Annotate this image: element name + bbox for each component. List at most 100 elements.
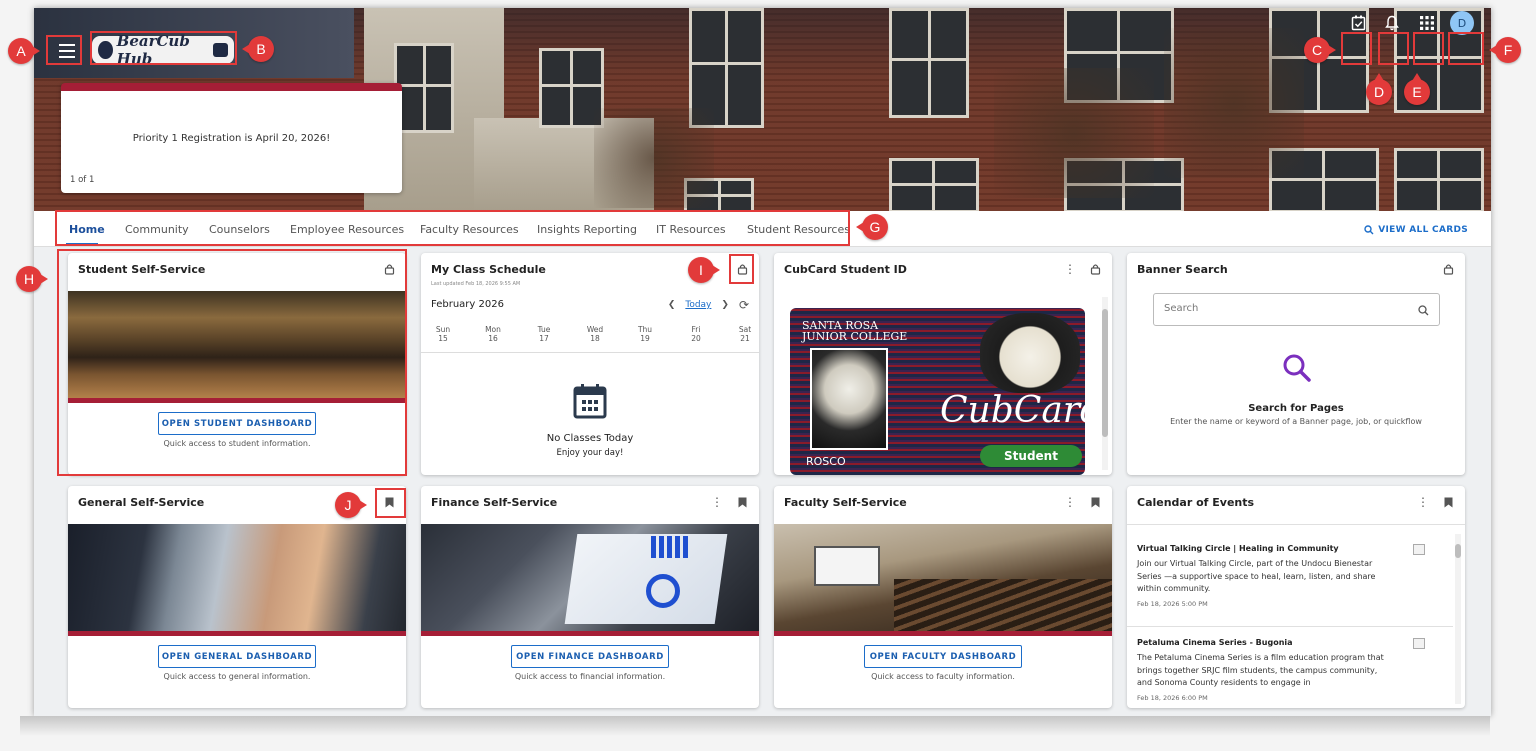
open-student-dashboard-button[interactable]: OPEN STUDENT DASHBOARD	[158, 412, 316, 435]
callout-b: B	[242, 36, 274, 62]
event-title[interactable]: Virtual Talking Circle | Healing in Comm…	[1137, 544, 1447, 553]
refresh-icon[interactable]: ⟳	[739, 298, 749, 312]
view-all-cards-link[interactable]: VIEW ALL CARDS	[1364, 225, 1468, 235]
student-role-badge: Student	[980, 445, 1082, 467]
callout-d: D	[1366, 73, 1392, 105]
more-options-icon[interactable]: ⋮	[1062, 261, 1078, 277]
callout-e: E	[1404, 73, 1430, 105]
more-options-icon[interactable]: ⋮	[1062, 494, 1078, 510]
callout-a: A	[8, 38, 40, 64]
day-fri[interactable]: Fri 20	[680, 325, 712, 343]
event-description: The Petaluma Cinema Series is a film edu…	[1137, 653, 1384, 687]
search-icon	[1364, 225, 1374, 235]
event-title[interactable]: Petaluma Cinema Series - Bugonia	[1137, 638, 1447, 647]
more-options-icon[interactable]: ⋮	[709, 494, 725, 510]
menu-icon[interactable]	[54, 38, 80, 64]
tab-counselors[interactable]: Counselors	[209, 223, 270, 236]
open-faculty-dashboard-button[interactable]: OPEN FACULTY DASHBOARD	[864, 645, 1022, 668]
card-title: Student Self-Service	[78, 263, 206, 276]
lecture-hall-photo	[774, 524, 1112, 631]
search-pages-icon	[1282, 353, 1312, 387]
event-item[interactable]: Petaluma Cinema Series - Bugonia The Pet…	[1137, 638, 1447, 702]
tab-employee-resources[interactable]: Employee Resources	[290, 223, 404, 236]
bookmark-icon[interactable]	[1087, 494, 1103, 510]
laptop-dashboard-photo	[421, 524, 759, 631]
bell-icon[interactable]	[1381, 12, 1403, 34]
card-banner-search: Banner Search Search for Pages Enter the…	[1127, 253, 1465, 475]
card-cubcard-student-id: CubCard Student ID ⋮ SANTA ROSA JUNIOR C…	[774, 253, 1112, 475]
day-thu[interactable]: Thu 19	[629, 325, 661, 343]
card-student-self-service: Student Self-Service OPEN STUDENT DASHBO…	[68, 253, 406, 475]
tab-insights-reporting[interactable]: Insights Reporting	[537, 223, 637, 236]
card-subtitle: Quick access to financial information.	[514, 672, 666, 681]
banner-search-input[interactable]	[1164, 303, 1404, 314]
event-date: Feb 18, 2026 6:00 PM	[1137, 693, 1208, 702]
search-pages-description: Enter the name or keyword of a Banner pa…	[1170, 417, 1422, 426]
card-faculty-self-service: Faculty Self-Service ⋮ OPEN FACULTY DASH…	[774, 486, 1112, 708]
lock-icon[interactable]	[381, 261, 397, 277]
tab-it-resources[interactable]: IT Resources	[656, 223, 726, 236]
event-date: Feb 18, 2026 5:00 PM	[1137, 599, 1208, 608]
callout-i: I	[688, 257, 720, 283]
no-classes-subtitle: Enjoy your day!	[556, 448, 624, 458]
card-subtitle: Quick access to faculty information.	[871, 672, 1015, 681]
tab-home[interactable]: Home	[69, 223, 105, 236]
bookmark-icon[interactable]	[734, 494, 750, 510]
bearcub-hub-logo[interactable]: BearCub Hub	[92, 32, 234, 68]
card-title: CubCard Student ID	[784, 263, 907, 276]
card-general-self-service: General Self-Service OPEN GENERAL DASHBO…	[68, 486, 406, 708]
library-photo	[68, 291, 406, 398]
no-classes-title: No Classes Today	[546, 433, 634, 444]
banner-search-field[interactable]	[1153, 293, 1440, 326]
card-title: Calendar of Events	[1137, 496, 1255, 509]
user-avatar[interactable]: D	[1450, 11, 1474, 35]
bookmark-icon[interactable]	[381, 494, 397, 510]
day-wed-selected[interactable]: Wed 18	[579, 321, 611, 349]
open-general-dashboard-button[interactable]: OPEN GENERAL DASHBOARD	[158, 645, 316, 668]
open-finance-dashboard-button[interactable]: OPEN FINANCE DASHBOARD	[511, 645, 669, 668]
bookmark-icon[interactable]	[1440, 494, 1456, 510]
calendar-icon	[573, 383, 607, 423]
search-pages-heading: Search for Pages	[1248, 403, 1344, 414]
bear-paw-icon	[98, 41, 113, 59]
lock-icon[interactable]	[1087, 261, 1103, 277]
day-mon[interactable]: Mon 16	[477, 325, 509, 343]
callout-c: C	[1304, 37, 1336, 63]
schedule-month: February 2026	[431, 299, 504, 310]
callout-g: G	[856, 214, 888, 240]
event-thumbnail	[1413, 544, 1425, 555]
scrollbar[interactable]	[1102, 297, 1108, 470]
tab-faculty-resources[interactable]: Faculty Resources	[420, 223, 519, 236]
chevron-left-icon[interactable]: ❮	[668, 300, 676, 310]
cubcard-id-image: SANTA ROSA JUNIOR COLLEGE CubCard Studen…	[790, 308, 1085, 475]
callout-j: J	[335, 492, 367, 518]
day-tue[interactable]: Tue 17	[528, 325, 560, 343]
day-sat[interactable]: Sat 21	[729, 325, 759, 343]
card-title: Finance Self-Service	[431, 496, 558, 509]
lock-icon[interactable]	[1440, 261, 1456, 277]
more-options-icon[interactable]: ⋮	[1415, 494, 1431, 510]
lock-icon[interactable]	[734, 261, 750, 277]
callout-f: F	[1489, 37, 1521, 63]
chevron-right-icon[interactable]: ❯	[721, 300, 729, 310]
task-checklist-icon[interactable]	[1347, 12, 1369, 34]
day-sun[interactable]: Sun 15	[427, 325, 459, 343]
event-description: Join our Virtual Talking Circle, part of…	[1137, 559, 1376, 593]
tab-student-resources[interactable]: Student Resources	[747, 223, 850, 236]
card-title: General Self-Service	[78, 496, 205, 509]
announcement-message: Priority 1 Registration is April 20, 202…	[132, 133, 331, 144]
today-link[interactable]: Today	[685, 300, 711, 310]
tablet-hand-photo	[68, 524, 406, 631]
workspace-tab-bar: Home Community Counselors Employee Resou…	[34, 211, 1491, 247]
event-item[interactable]: Virtual Talking Circle | Healing in Comm…	[1137, 544, 1447, 608]
scrollbar[interactable]	[1455, 534, 1461, 704]
card-subtitle: Quick access to student information.	[163, 439, 311, 448]
tab-community[interactable]: Community	[125, 223, 189, 236]
apps-grid-icon[interactable]	[1416, 12, 1438, 34]
last-updated-text: Last updated Feb 18, 2026 9:55 AM	[431, 281, 521, 287]
student-name: ROSCO	[806, 455, 846, 468]
announcement-banner: Priority 1 Registration is April 20, 202…	[61, 83, 402, 193]
search-icon[interactable]	[1418, 305, 1429, 316]
app-window: BearCub Hub D Priority 1 Registration is…	[34, 8, 1491, 716]
event-thumbnail	[1413, 638, 1425, 649]
